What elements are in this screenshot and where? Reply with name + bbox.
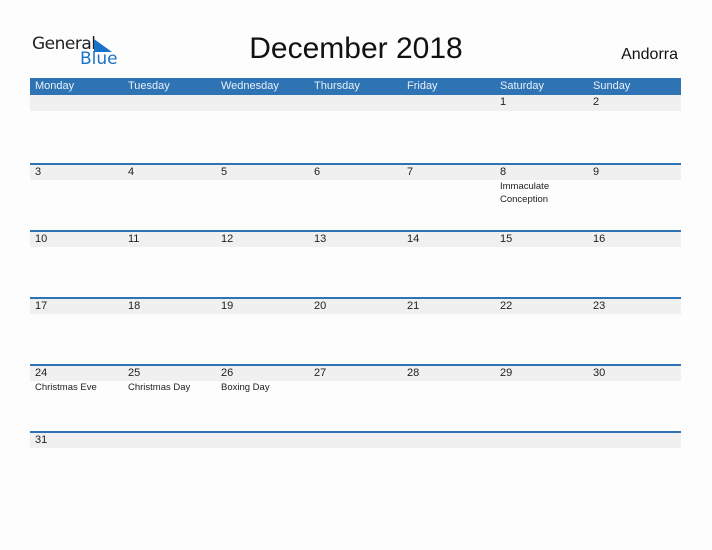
day-number: 19 (221, 300, 234, 312)
day-cell: 17 (30, 299, 123, 364)
day-cell: 31 (30, 433, 123, 498)
day-number: 5 (221, 166, 228, 178)
day-number: 28 (407, 367, 420, 379)
day-cell (309, 95, 402, 163)
week-row: 17 18 19 20 21 22 23 (30, 297, 681, 364)
day-number: 31 (35, 434, 48, 446)
day-cell: 5 (216, 165, 309, 230)
day-cell (495, 433, 588, 498)
week-row: 10 11 12 13 14 15 16 (30, 230, 681, 297)
week-row: 31 (30, 431, 681, 498)
day-cell: 6 (309, 165, 402, 230)
day-cell (402, 433, 495, 498)
day-number: 14 (407, 233, 420, 245)
day-number: 20 (314, 300, 327, 312)
week-row: 12 (30, 95, 681, 163)
day-number: 25 (128, 367, 141, 379)
day-cell: 9 (588, 165, 681, 230)
holiday-label: Christmas Day (128, 382, 191, 393)
day-number: 8 (500, 166, 507, 178)
day-cell: 1 (495, 95, 588, 163)
day-cell (216, 95, 309, 163)
week-row: 3 4 5 6 7 8 Immaculate Conception 9 (30, 163, 681, 230)
day-cell (123, 95, 216, 163)
day-cell: 21 (402, 299, 495, 364)
day-number: 10 (35, 233, 48, 245)
country-label: Andorra (621, 46, 678, 63)
day-cell: 3 (30, 165, 123, 230)
day-number: 15 (500, 233, 513, 245)
day-number: 16 (593, 233, 606, 245)
day-cell: 11 (123, 232, 216, 297)
weekday-header: Monday Tuesday Wednesday Thursday Friday Satu… (30, 78, 681, 95)
weekday-wednesday: Wednesday (221, 80, 279, 92)
day-number: 18 (128, 300, 141, 312)
day-cell: 27 (309, 366, 402, 431)
day-cell: 29 (495, 366, 588, 431)
weekday-friday: Friday (407, 80, 438, 92)
day-cell (402, 95, 495, 163)
day-cell: 10 (30, 232, 123, 297)
day-cell (123, 433, 216, 498)
day-cell: 25 Christmas Day (123, 366, 216, 431)
weekday-tuesday: Tuesday (128, 80, 170, 92)
weekday-saturday: Saturday (500, 80, 545, 92)
day-cell (588, 433, 681, 498)
day-cell: 18 (123, 299, 216, 364)
calendar-grid: Monday Tuesday Wednesday Thursday Friday Satu… (30, 78, 681, 498)
day-number: 9 (593, 166, 600, 178)
day-cell: 12 (216, 232, 309, 297)
day-number: 30 (593, 367, 606, 379)
holiday-label: Immaculate Conception (500, 181, 550, 205)
day-number: 22 (500, 300, 513, 312)
day-cell: 7 (402, 165, 495, 230)
day-cell: 13 (309, 232, 402, 297)
day-cell (216, 433, 309, 498)
page-title: December 2018 (249, 32, 463, 65)
holiday-label: Christmas Eve (35, 382, 97, 393)
day-number: 23 (593, 300, 606, 312)
day-cell: 23 (588, 299, 681, 364)
day-cell: 28 (402, 366, 495, 431)
weekday-sunday: Sunday (593, 80, 631, 92)
weekday-monday: Monday (35, 80, 75, 92)
day-number: 26 (221, 367, 234, 379)
day-number: 17 (35, 300, 48, 312)
day-cell: 20 (309, 299, 402, 364)
day-number: 4 (128, 166, 135, 178)
day-number: 27 (314, 367, 327, 379)
day-cell (30, 95, 123, 163)
week-row: 24 Christmas Eve 25 Christmas Day 26 Boxing D… (30, 364, 681, 431)
day-number: 13 (314, 233, 327, 245)
day-cell: 30 (588, 366, 681, 431)
day-cell: 22 (495, 299, 588, 364)
day-cell: 24 Christmas Eve (30, 366, 123, 431)
day-cell: 26 Boxing Day (216, 366, 309, 431)
day-cell: 19 (216, 299, 309, 364)
day-cell: 15 (495, 232, 588, 297)
day-cell: 16 (588, 232, 681, 297)
day-number: 12 (221, 233, 234, 245)
weeks: 1 2 3 4 5 6 7 8 Immaculate Conception 9 10 11 12 13 14… (30, 95, 681, 498)
day-number: 3 (35, 166, 42, 178)
day-cell: 4 (123, 165, 216, 230)
day-number: 21 (407, 300, 420, 312)
holiday-label: Boxing Day (221, 382, 270, 393)
day-number: 2 (593, 96, 600, 108)
weekday-thursday: Thursday (314, 80, 360, 92)
day-cell (309, 433, 402, 498)
day-number: 11 (128, 233, 140, 245)
day-number: 24 (35, 367, 48, 379)
day-cell: 8 Immaculate Conception (495, 165, 588, 230)
day-cell: 2 (588, 95, 681, 163)
day-cell: 14 (402, 232, 495, 297)
day-number: 29 (500, 367, 513, 379)
day-number: 7 (407, 166, 414, 178)
day-number: 1 (500, 96, 507, 108)
day-number: 6 (314, 166, 321, 178)
